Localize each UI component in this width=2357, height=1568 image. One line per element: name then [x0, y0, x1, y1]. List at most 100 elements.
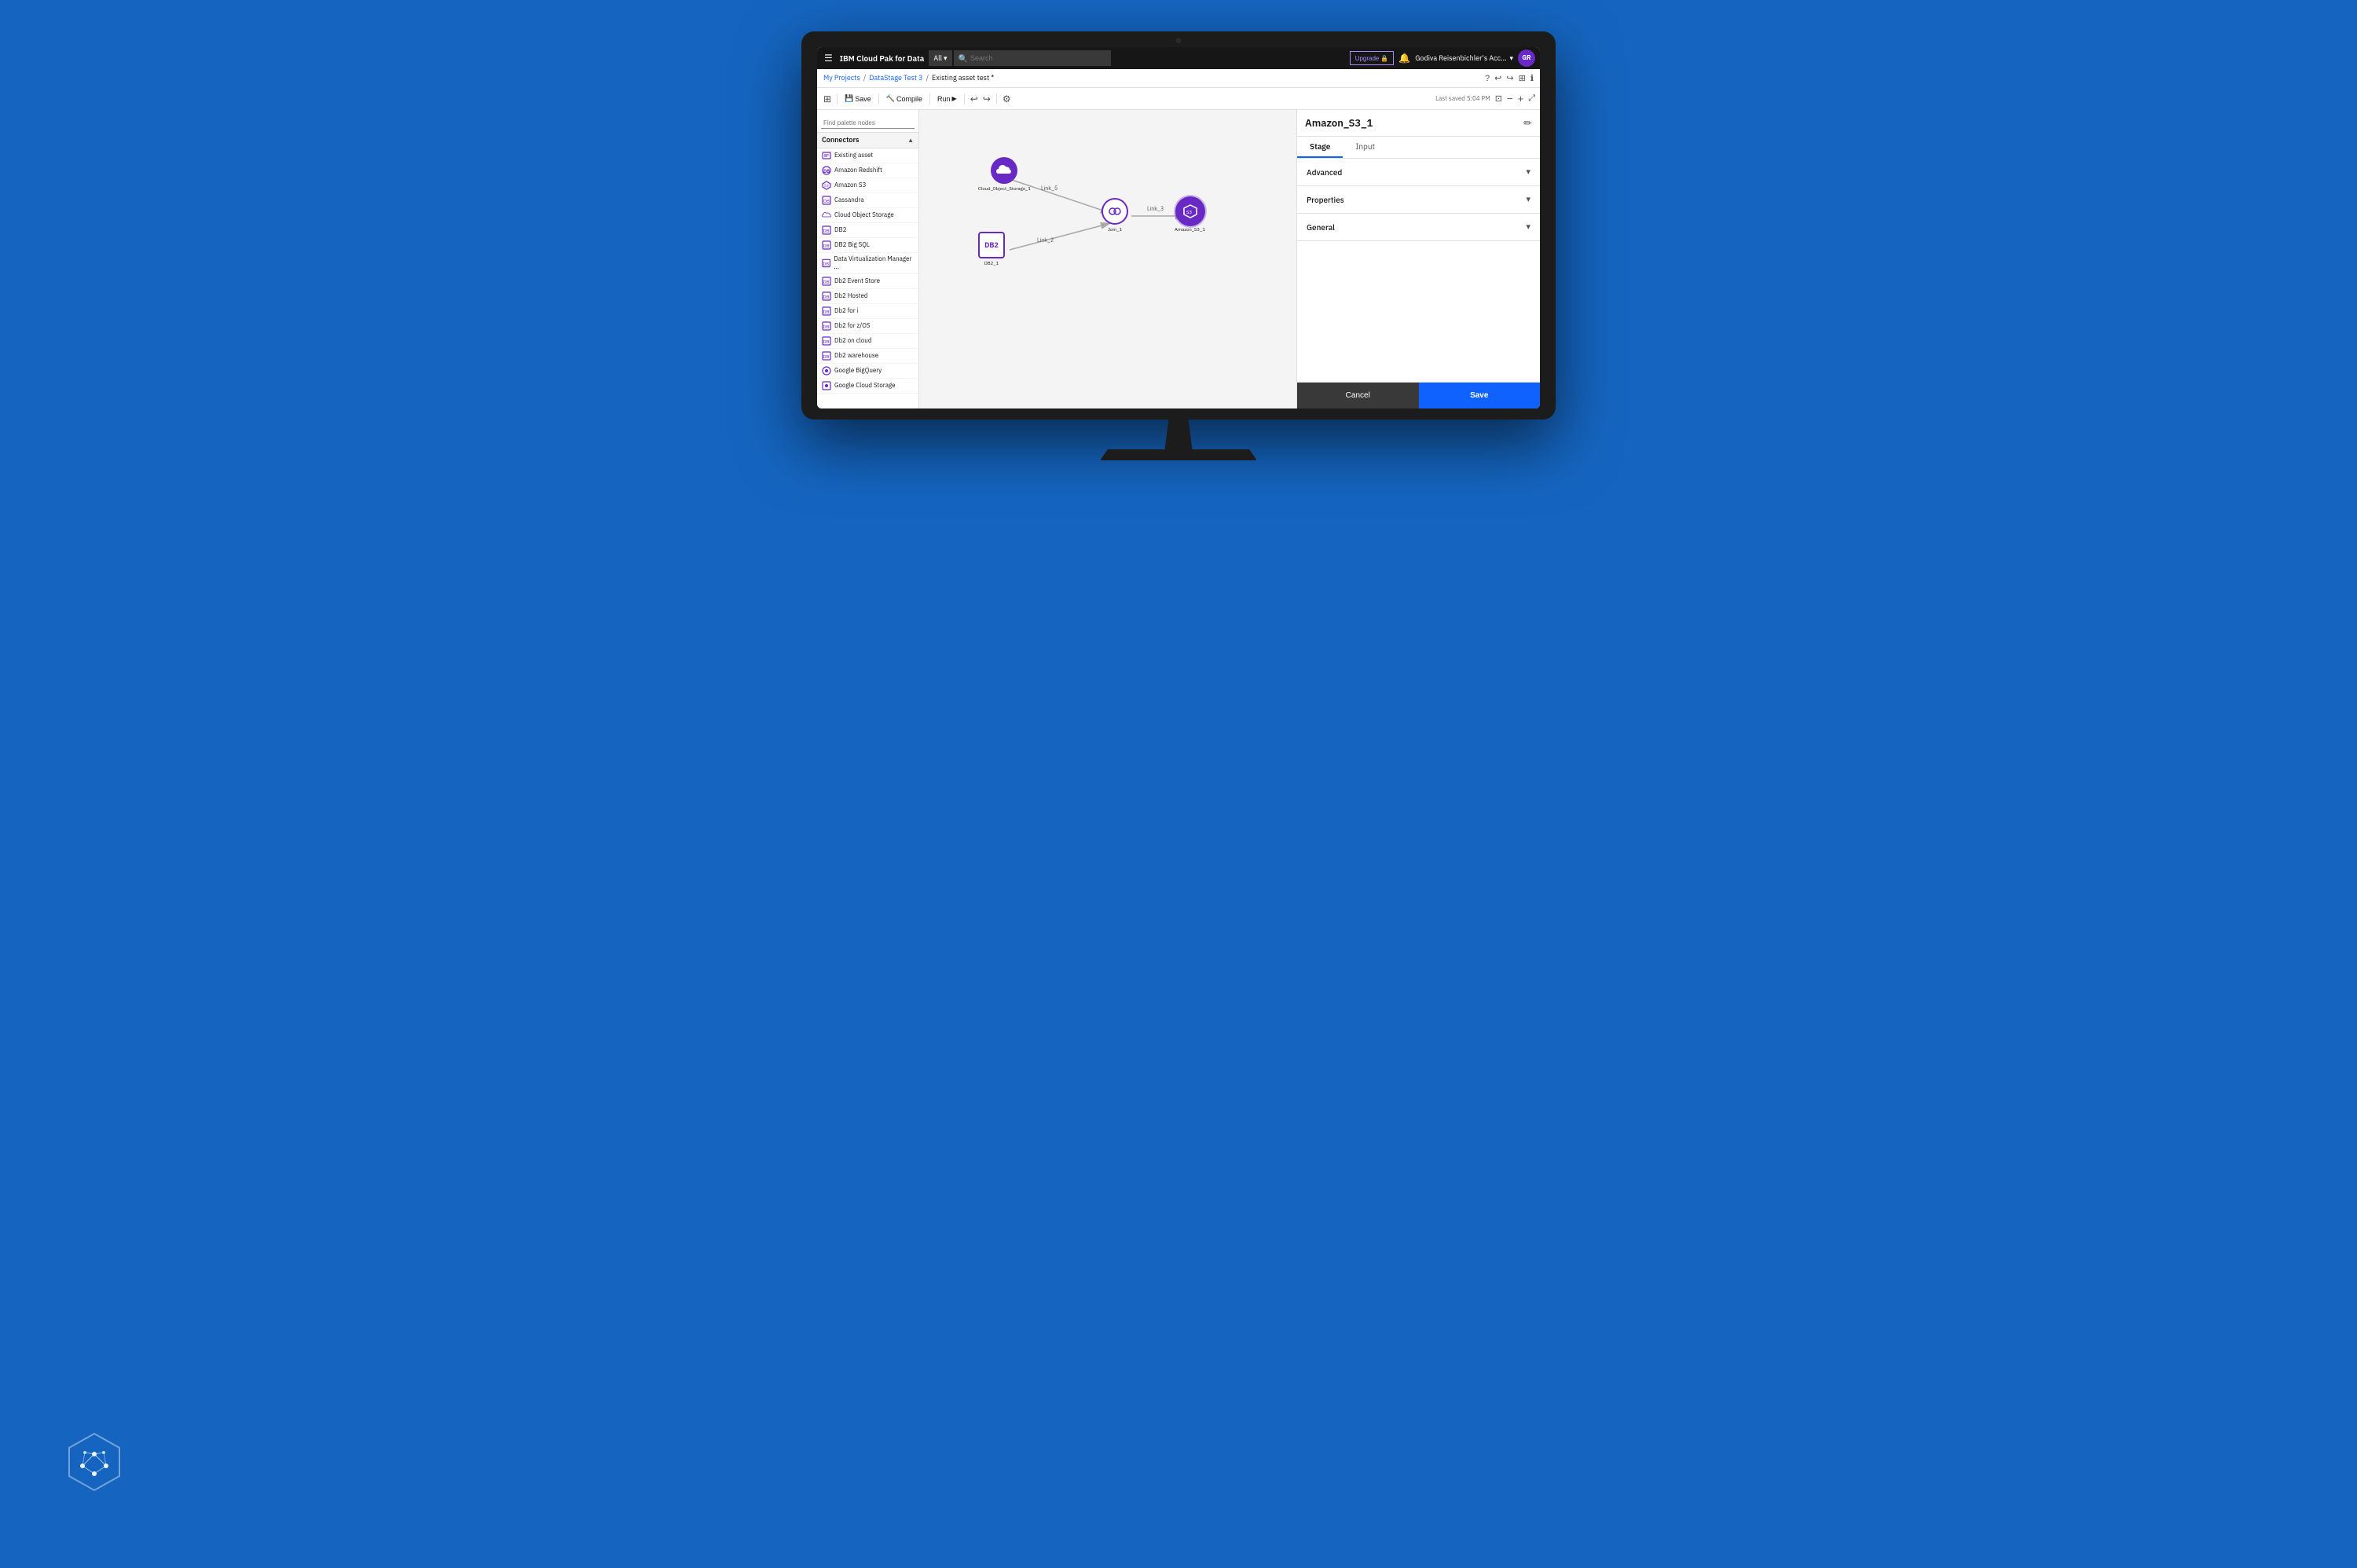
toolbar-run-btn[interactable]: Run ▶: [934, 93, 960, 104]
toolbar-sep2: [878, 93, 879, 104]
properties-header: Amazon_S3_1 ✏: [1297, 110, 1540, 137]
svg-text:Link_5: Link_5: [1041, 185, 1058, 192]
canvas-area[interactable]: Link_5 Link_2 Link_3: [919, 110, 1296, 408]
list-item[interactable]: DB DB2: [817, 223, 918, 238]
palette-search-input[interactable]: [821, 118, 915, 129]
list-item[interactable]: Google BigQuery: [817, 364, 918, 379]
tab-stage[interactable]: Stage: [1297, 137, 1343, 158]
search-all-dropdown[interactable]: All ▾: [929, 50, 951, 66]
notification-button[interactable]: 🔔: [1398, 53, 1410, 64]
toolbar-grid-btn[interactable]: ⊞: [822, 92, 833, 106]
db2-hosted-icon: DB: [822, 291, 831, 301]
cassandra-icon: DB: [822, 196, 831, 205]
list-item[interactable]: DB DB2 Big SQL: [817, 238, 918, 253]
accordion-advanced-header[interactable]: Advanced ▾: [1297, 159, 1540, 185]
svg-text:DB: DB: [823, 354, 830, 360]
toolbar-compile-btn[interactable]: 🔨 Compile: [883, 93, 926, 104]
svg-text:DB: DB: [823, 168, 830, 174]
db2-on-cloud-icon: DB: [822, 336, 831, 346]
toolbar-sep1: [837, 93, 838, 104]
db2-icon: DB: [822, 225, 831, 235]
list-item[interactable]: DB Cassandra: [817, 193, 918, 208]
accordion-properties-header[interactable]: Properties ▾: [1297, 186, 1540, 213]
canvas-node-db2[interactable]: DB2 DB2_1: [978, 232, 1005, 266]
list-item[interactable]: DB Db2 for z/OS: [817, 319, 918, 334]
toolbar-sep4: [964, 93, 965, 104]
db2-for-i-icon: DB: [822, 306, 831, 316]
svg-text:DB: DB: [823, 294, 830, 300]
canvas-node-join[interactable]: Join_1: [1102, 198, 1128, 233]
toolbar-redo-btn[interactable]: ↪: [981, 92, 992, 106]
properties-panel: Amazon_S3_1 ✏ Stage Input: [1296, 110, 1540, 408]
canvas-node-amazon-s3[interactable]: S3 Amazon_S3_1: [1175, 198, 1205, 233]
list-item[interactable]: Existing asset: [817, 148, 918, 163]
upgrade-button[interactable]: Upgrade 🔒: [1350, 51, 1395, 65]
breadcrumb-info-btn[interactable]: ℹ: [1530, 73, 1534, 83]
db2-big-sql-icon: DB: [822, 240, 831, 250]
palette-section-header[interactable]: Connectors ▲: [817, 133, 918, 148]
user-menu[interactable]: Godiva Reisenbichler's Acc... ▾: [1415, 54, 1513, 63]
list-item[interactable]: S3 Amazon S3: [817, 178, 918, 193]
svg-text:DB: DB: [823, 243, 830, 249]
breadcrumb-undo-btn[interactable]: ↩: [1494, 73, 1501, 83]
save-icon: 💾: [845, 94, 853, 103]
breadcrumb-help-btn[interactable]: ?: [1485, 74, 1490, 83]
compile-icon: 🔨: [886, 94, 895, 103]
accordion-general-header[interactable]: General ▾: [1297, 214, 1540, 240]
toolbar-sep3: [929, 93, 930, 104]
list-item[interactable]: Google Cloud Storage: [817, 379, 918, 394]
list-item[interactable]: DB Amazon Redshift: [817, 163, 918, 178]
list-item[interactable]: DB Db2 for i: [817, 304, 918, 319]
properties-edit-btn[interactable]: ✏: [1523, 117, 1532, 130]
asset-icon: [822, 151, 831, 160]
toolbar-save-btn[interactable]: 💾 Save: [841, 93, 874, 104]
search-box[interactable]: 🔍: [954, 50, 1111, 66]
list-item[interactable]: DB Db2 Event Store: [817, 274, 918, 289]
tab-input[interactable]: Input: [1343, 137, 1387, 158]
list-item[interactable]: DB Data Virtualization Manager ...: [817, 253, 918, 274]
cloud-object-storage-node-icon: [991, 157, 1017, 184]
action-save-btn[interactable]: Save: [1419, 383, 1541, 408]
monitor-wrapper: ☰ IBM Cloud Pak for Data All ▾ 🔍 Upgrad: [801, 31, 1556, 460]
breadcrumb-grid-btn[interactable]: ⊞: [1519, 73, 1526, 83]
breadcrumb-right-actions: ? ↩ ↪ ⊞ ℹ: [1485, 73, 1534, 83]
hamburger-button[interactable]: ☰: [822, 53, 835, 64]
accordion-properties: Properties ▾: [1297, 186, 1540, 214]
list-item[interactable]: DB Db2 warehouse: [817, 349, 918, 364]
monitor-stand-base: [1100, 449, 1257, 460]
toolbar-undo-btn[interactable]: ↩: [969, 92, 980, 106]
flow-svg: Link_5 Link_2 Link_3: [919, 110, 1296, 408]
canvas-node-cloud-object-storage[interactable]: Cloud_Object_Storage_1: [978, 157, 1031, 192]
breadcrumb-projects-link[interactable]: My Projects: [823, 74, 860, 82]
list-item[interactable]: DB Db2 on cloud: [817, 334, 918, 349]
svg-text:DB: DB: [823, 339, 830, 345]
breadcrumb-sep1: /: [863, 74, 866, 82]
breadcrumb-redo-btn[interactable]: ↪: [1506, 73, 1513, 83]
monitor-stand-neck: [1159, 419, 1198, 449]
amazon-s3-node-icon: S3: [1177, 198, 1204, 225]
toolbar-zoom-out-btn[interactable]: −: [1507, 93, 1513, 104]
palette-items-list: Existing asset DB Amazon Redshift: [817, 148, 918, 408]
svg-text:DB: DB: [823, 198, 830, 204]
breadcrumb-test-link[interactable]: DataStage Test 3: [869, 74, 922, 82]
svg-text:DB: DB: [823, 228, 830, 234]
ibm-logo-container: [63, 1431, 126, 1497]
toolbar-zoom-fit-btn[interactable]: ⊡: [1495, 93, 1502, 104]
list-item[interactable]: DB Db2 Hosted: [817, 289, 918, 304]
svg-text:DB: DB: [823, 309, 830, 315]
db2-node-icon: DB2: [978, 232, 1005, 258]
user-avatar[interactable]: GR: [1518, 49, 1535, 67]
amazon-s3-icon: S3: [822, 181, 831, 190]
toolbar-fullscreen-btn[interactable]: ⤢: [1528, 93, 1535, 104]
svg-text:DB: DB: [823, 324, 830, 330]
toolbar-settings-btn[interactable]: ⚙: [1001, 92, 1013, 106]
search-input[interactable]: [970, 54, 1106, 62]
breadcrumb-current: Existing asset test *: [932, 74, 994, 82]
action-cancel-btn[interactable]: Cancel: [1297, 383, 1419, 408]
toolbar-zoom-in-btn[interactable]: +: [1518, 93, 1524, 104]
breadcrumb-sep2: /: [926, 74, 929, 82]
db2-for-zos-icon: DB: [822, 321, 831, 331]
list-item[interactable]: Cloud Object Storage: [817, 208, 918, 223]
palette-sidebar: Connectors ▲ Existing asset: [817, 110, 919, 408]
navbar-actions: Upgrade 🔒 🔔 Godiva Reisenbichler's Acc..…: [1350, 49, 1535, 67]
